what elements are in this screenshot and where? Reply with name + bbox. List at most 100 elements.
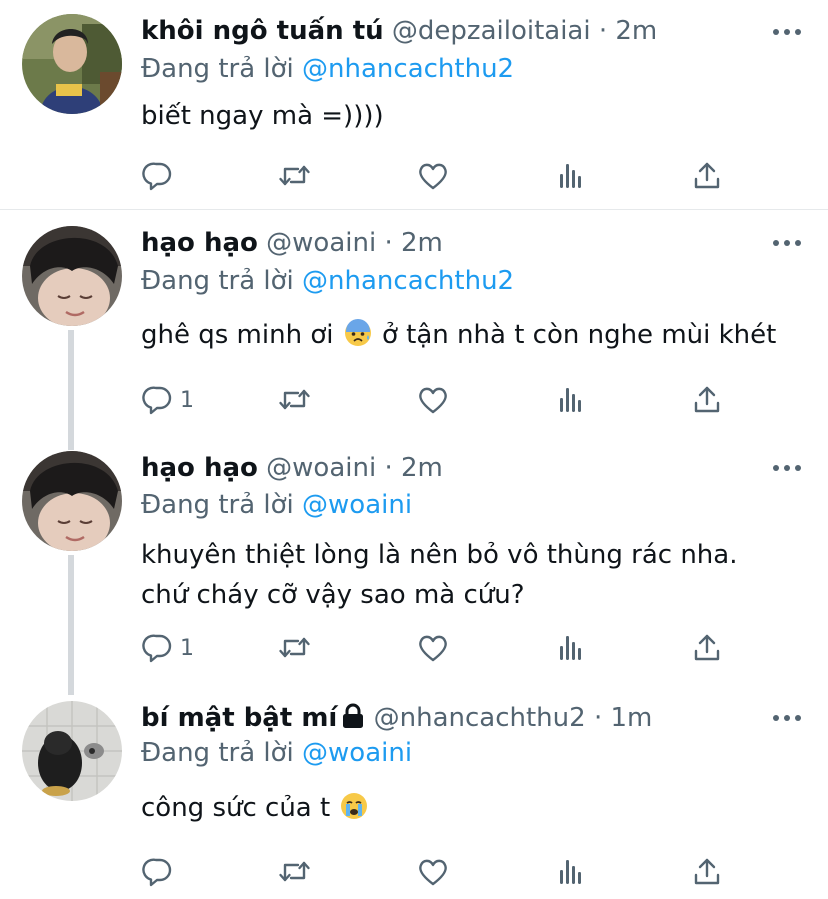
tweet-actions	[0, 156, 828, 196]
share-icon	[694, 162, 720, 189]
more-options-icon[interactable]	[772, 458, 802, 478]
views-icon	[560, 636, 581, 660]
tweet[interactable]: bí mật bật mí @nhancachthu2 · 1m Đang tr…	[0, 695, 828, 899]
separator-dot: ·	[593, 703, 603, 733]
tweet-text-line: khuyên thiệt lòng là nên bỏ vô thùng rác…	[141, 540, 738, 570]
replying-to-label: Đang trả lời	[141, 266, 303, 296]
more-options-icon[interactable]	[772, 233, 802, 253]
tweet-text-line: biết ngay mà =))))	[141, 101, 384, 131]
share-button[interactable]	[692, 380, 722, 420]
tweet-text-segment: công sức của t	[141, 793, 339, 823]
views-button[interactable]	[555, 380, 587, 420]
reply-button[interactable]	[142, 156, 174, 196]
reply-count: 1	[180, 635, 194, 661]
crying-face-emoji	[340, 792, 368, 832]
tweet-text-segment: ghê qs minh ơi	[141, 320, 342, 350]
reply-button[interactable]: 1	[142, 380, 194, 420]
separator-dot: ·	[384, 228, 393, 258]
tweet-text: công sức của t	[141, 788, 808, 832]
display-name[interactable]: bí mật bật mí	[141, 703, 337, 733]
reply-icon	[142, 634, 172, 663]
share-icon	[694, 386, 720, 413]
retweet-button[interactable]	[277, 852, 313, 892]
tweet-header: khôi ngô tuấn tú @depzailoitaiai · 2m	[141, 14, 748, 48]
mention-link[interactable]: @woaini	[302, 738, 412, 768]
share-icon	[694, 858, 720, 885]
tweet[interactable]: hạo hạo @woaini · 2m Đang trả lời @woain…	[0, 445, 828, 695]
tweet-text: ghê qs minh ơi ở tận nhà t còn nghe mùi …	[141, 315, 808, 359]
replying-to-label: Đang trả lời	[141, 490, 303, 520]
timestamp[interactable]: 2m	[615, 16, 657, 46]
tweet[interactable]: hạo hạo @woaini · 2m Đang trả lời @nhanc…	[0, 210, 828, 445]
like-button[interactable]	[417, 380, 449, 420]
timestamp[interactable]: 2m	[401, 453, 443, 483]
like-button[interactable]	[417, 156, 449, 196]
more-options-icon[interactable]	[772, 22, 802, 42]
reply-icon	[142, 386, 172, 415]
more-options-icon[interactable]	[772, 708, 802, 728]
tweet-text: biết ngay mà =))))	[141, 96, 808, 136]
avatar[interactable]	[22, 451, 122, 551]
views-icon	[560, 388, 581, 412]
retweet-button[interactable]	[277, 156, 313, 196]
share-button[interactable]	[692, 628, 722, 668]
tweet-header: hạo hạo @woaini · 2m	[141, 226, 748, 260]
display-name[interactable]: hạo hạo	[141, 228, 258, 258]
replying-to-label: Đang trả lời	[141, 738, 303, 768]
reply-button[interactable]	[142, 852, 174, 892]
mention-link[interactable]: @nhancachthu2	[302, 54, 514, 84]
views-button[interactable]	[555, 156, 587, 196]
retweet-icon	[279, 637, 310, 658]
user-handle[interactable]: @woaini	[266, 228, 376, 258]
replying-to-label: Đang trả lời	[141, 54, 303, 84]
reply-button[interactable]: 1	[142, 628, 194, 668]
avatar[interactable]	[22, 701, 122, 801]
tweet-header: bí mật bật mí @nhancachthu2 · 1m	[141, 701, 748, 738]
retweet-icon	[279, 389, 310, 410]
tweet-text-line: chứ cháy cỡ vậy sao mà cứu?	[141, 580, 525, 610]
like-icon	[419, 859, 447, 886]
timestamp[interactable]: 2m	[401, 228, 443, 258]
timestamp[interactable]: 1m	[610, 703, 652, 733]
like-button[interactable]	[417, 628, 449, 668]
tweet-actions: 1	[0, 380, 828, 420]
like-icon	[419, 387, 447, 414]
retweet-icon	[279, 861, 310, 882]
views-icon	[560, 860, 581, 884]
tweet-actions	[0, 852, 828, 892]
reply-count: 1	[180, 387, 194, 413]
tweet[interactable]: khôi ngô tuấn tú @depzailoitaiai · 2m Đa…	[0, 0, 828, 210]
replying-to: Đang trả lời @woaini	[141, 736, 412, 770]
like-button[interactable]	[417, 852, 449, 892]
tweet-header: hạo hạo @woaini · 2m	[141, 451, 748, 485]
like-icon	[419, 163, 447, 190]
retweet-button[interactable]	[277, 628, 313, 668]
replying-to: Đang trả lời @nhancachthu2	[141, 264, 514, 298]
views-button[interactable]	[555, 852, 587, 892]
avatar[interactable]	[22, 226, 122, 326]
display-name[interactable]: hạo hạo	[141, 453, 258, 483]
display-name[interactable]: khôi ngô tuấn tú	[141, 16, 384, 46]
reply-icon	[142, 162, 172, 191]
lock-icon	[341, 703, 365, 738]
user-handle[interactable]: @nhancachthu2	[374, 703, 586, 733]
separator-dot: ·	[384, 453, 393, 483]
share-icon	[694, 634, 720, 661]
views-button[interactable]	[555, 628, 587, 668]
mention-link[interactable]: @woaini	[302, 490, 412, 520]
retweet-button[interactable]	[277, 380, 313, 420]
separator-dot: ·	[598, 16, 608, 46]
reply-icon	[142, 858, 172, 887]
like-icon	[419, 635, 447, 662]
user-handle[interactable]: @depzailoitaiai	[392, 16, 591, 46]
tweet-text: khuyên thiệt lòng là nên bỏ vô thùng rác…	[141, 535, 808, 615]
avatar[interactable]	[22, 14, 122, 114]
tweet-actions: 1	[0, 628, 828, 668]
mention-link[interactable]: @nhancachthu2	[302, 266, 514, 296]
share-button[interactable]	[692, 156, 722, 196]
replying-to: Đang trả lời @nhancachthu2	[141, 52, 514, 86]
replying-to: Đang trả lời @woaini	[141, 488, 412, 522]
tweet-text-segment: ở tận nhà t còn nghe mùi khét	[373, 320, 777, 350]
share-button[interactable]	[692, 852, 722, 892]
user-handle[interactable]: @woaini	[266, 453, 376, 483]
